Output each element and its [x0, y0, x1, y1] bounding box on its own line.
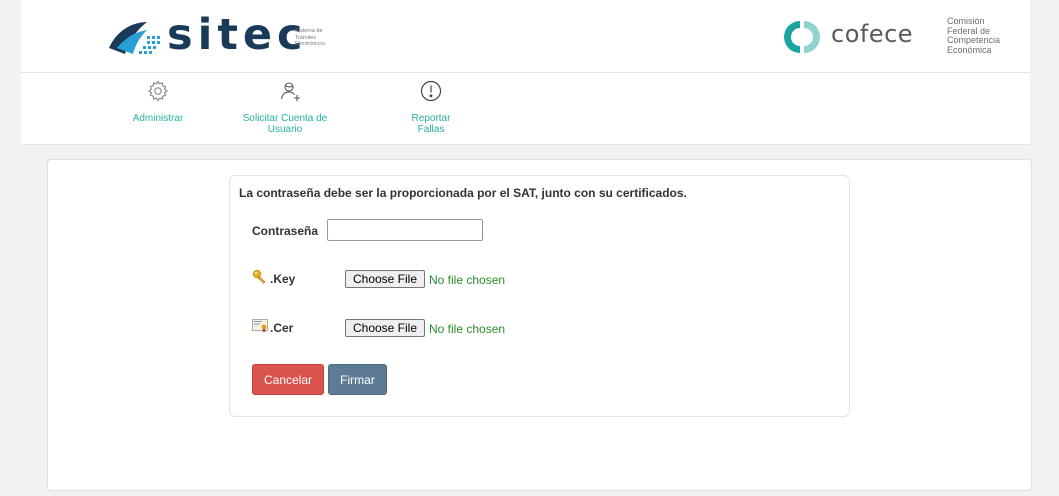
cofece-subtitle-line: Económica: [947, 44, 992, 55]
cofece-logo-mark-icon: [784, 21, 820, 53]
alert-icon: [420, 80, 442, 102]
nav-item-label-text: Reportar Fallas: [411, 113, 451, 135]
key-choose-file-button[interactable]: Choose File: [345, 270, 425, 288]
cofece-subtitle: Comisión Federal de Competencia Económic…: [947, 16, 1000, 55]
nav-item-solicitar-cuenta[interactable]: Solicitar Cuenta de Usuario: [235, 73, 345, 144]
password-input[interactable]: [327, 219, 483, 241]
cofece-wordmark: cofece: [831, 20, 914, 48]
certificate-icon: [252, 319, 268, 333]
nav-item-label: Solicitar Cuenta de Usuario: [230, 113, 340, 135]
cofece-logo[interactable]: cofece: [783, 16, 933, 56]
sitec-logo[interactable]: sitec Sistema de Trámites Electrónicos: [107, 10, 367, 60]
key-icon: [253, 270, 266, 284]
form-instructions: La contraseña debe ser la proporcionada …: [239, 186, 687, 200]
nav-item-label-text: Solicitar Cuenta de Usuario: [242, 113, 328, 135]
nav-item-reportar-fallas[interactable]: Reportar Fallas: [376, 73, 486, 144]
gear-icon: [147, 80, 169, 102]
sign-button[interactable]: Firmar: [328, 364, 387, 395]
sitec-wordmark: sitec: [167, 10, 308, 60]
nav-item-administrar[interactable]: Administrar: [103, 73, 213, 144]
sitec-subtitle: Sistema de Trámites Electrónicos: [295, 28, 355, 48]
nav-bar: Administrar Solicitar Cuenta de Usuario …: [21, 73, 1030, 145]
key-file-status: No file chosen: [429, 273, 506, 287]
password-label: Contraseña: [252, 224, 319, 238]
cancel-button[interactable]: Cancelar: [252, 364, 324, 395]
add-user-icon: [280, 82, 300, 101]
cer-choose-file-button[interactable]: Choose File: [345, 319, 425, 337]
sitec-logo-mark-icon: [109, 22, 160, 54]
cer-file-status: No file chosen: [429, 322, 506, 336]
nav-item-label: Administrar: [132, 113, 184, 124]
header-bar: sitec Sistema de Trámites Electrónicos c…: [21, 0, 1030, 73]
cer-label: .Cer: [270, 321, 294, 335]
key-label: .Key: [270, 272, 296, 286]
sitec-subtitle-line: Electrónicos: [295, 41, 325, 47]
nav-item-label: Reportar Fallas: [408, 113, 454, 135]
